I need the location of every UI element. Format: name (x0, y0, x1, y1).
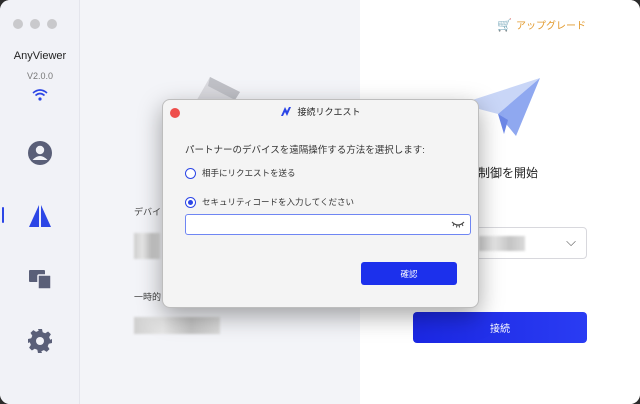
radio-send-request[interactable] (185, 167, 196, 179)
sidebar-item-devices-icon[interactable] (26, 265, 54, 293)
dialog-titlebar: 接続リクエスト (163, 105, 478, 118)
partner-id-dropdown[interactable]: ⌵ (470, 227, 587, 259)
sidebar-item-settings-icon[interactable] (26, 327, 54, 355)
chevron-down-icon: ⌵ (566, 235, 576, 250)
security-code-input[interactable] (185, 214, 471, 235)
option-send-request[interactable]: 相手にリクエストを送る (185, 167, 296, 179)
temp-code-value (134, 317, 220, 334)
window-minimize-button[interactable] (30, 19, 40, 29)
wifi-icon (32, 89, 48, 101)
app-window: AnyViewer V2.0.0 🛒 アップグレード デバイ 一時的 制御を開始… (0, 0, 640, 404)
window-close-button[interactable] (13, 19, 23, 29)
device-id-value (134, 233, 160, 259)
active-indicator (2, 207, 4, 223)
connection-request-dialog: 接続リクエスト パートナーのデバイスを遠隔操作する方法を選択します: 相手にリク… (162, 99, 479, 308)
dialog-title: 接続リクエスト (297, 107, 361, 117)
cart-icon: 🛒 (497, 17, 512, 32)
option-send-request-label: 相手にリクエストを送る (202, 168, 296, 178)
connect-button[interactable]: 接続 (413, 312, 587, 343)
remote-control-title: 制御を開始 (478, 166, 539, 180)
radio-security-code[interactable] (185, 196, 196, 208)
temp-code-label: 一時的 (134, 292, 162, 302)
sidebar: AnyViewer V2.0.0 (0, 0, 80, 404)
anyviewer-logo-icon (281, 107, 292, 116)
upgrade-link[interactable]: 🛒 アップグレード (497, 17, 586, 33)
app-name: AnyViewer (13, 50, 67, 62)
option-security-code[interactable]: セキュリティコードを入力してください (185, 196, 354, 208)
app-version: V2.0.0 (26, 71, 54, 81)
option-security-code-label: セキュリティコードを入力してください (202, 197, 354, 207)
upgrade-label: アップグレード (515, 21, 586, 32)
confirm-button[interactable]: 確認 (361, 262, 457, 285)
dialog-prompt: パートナーのデバイスを遠隔操作する方法を選択します: (185, 145, 425, 156)
hide-password-icon[interactable] (451, 219, 465, 229)
sidebar-item-account-icon[interactable] (26, 139, 54, 167)
window-maximize-button[interactable] (47, 19, 57, 29)
device-id-label: デバイ (134, 207, 162, 217)
partner-id-value (479, 236, 525, 251)
sidebar-item-connect-icon[interactable] (26, 202, 54, 230)
